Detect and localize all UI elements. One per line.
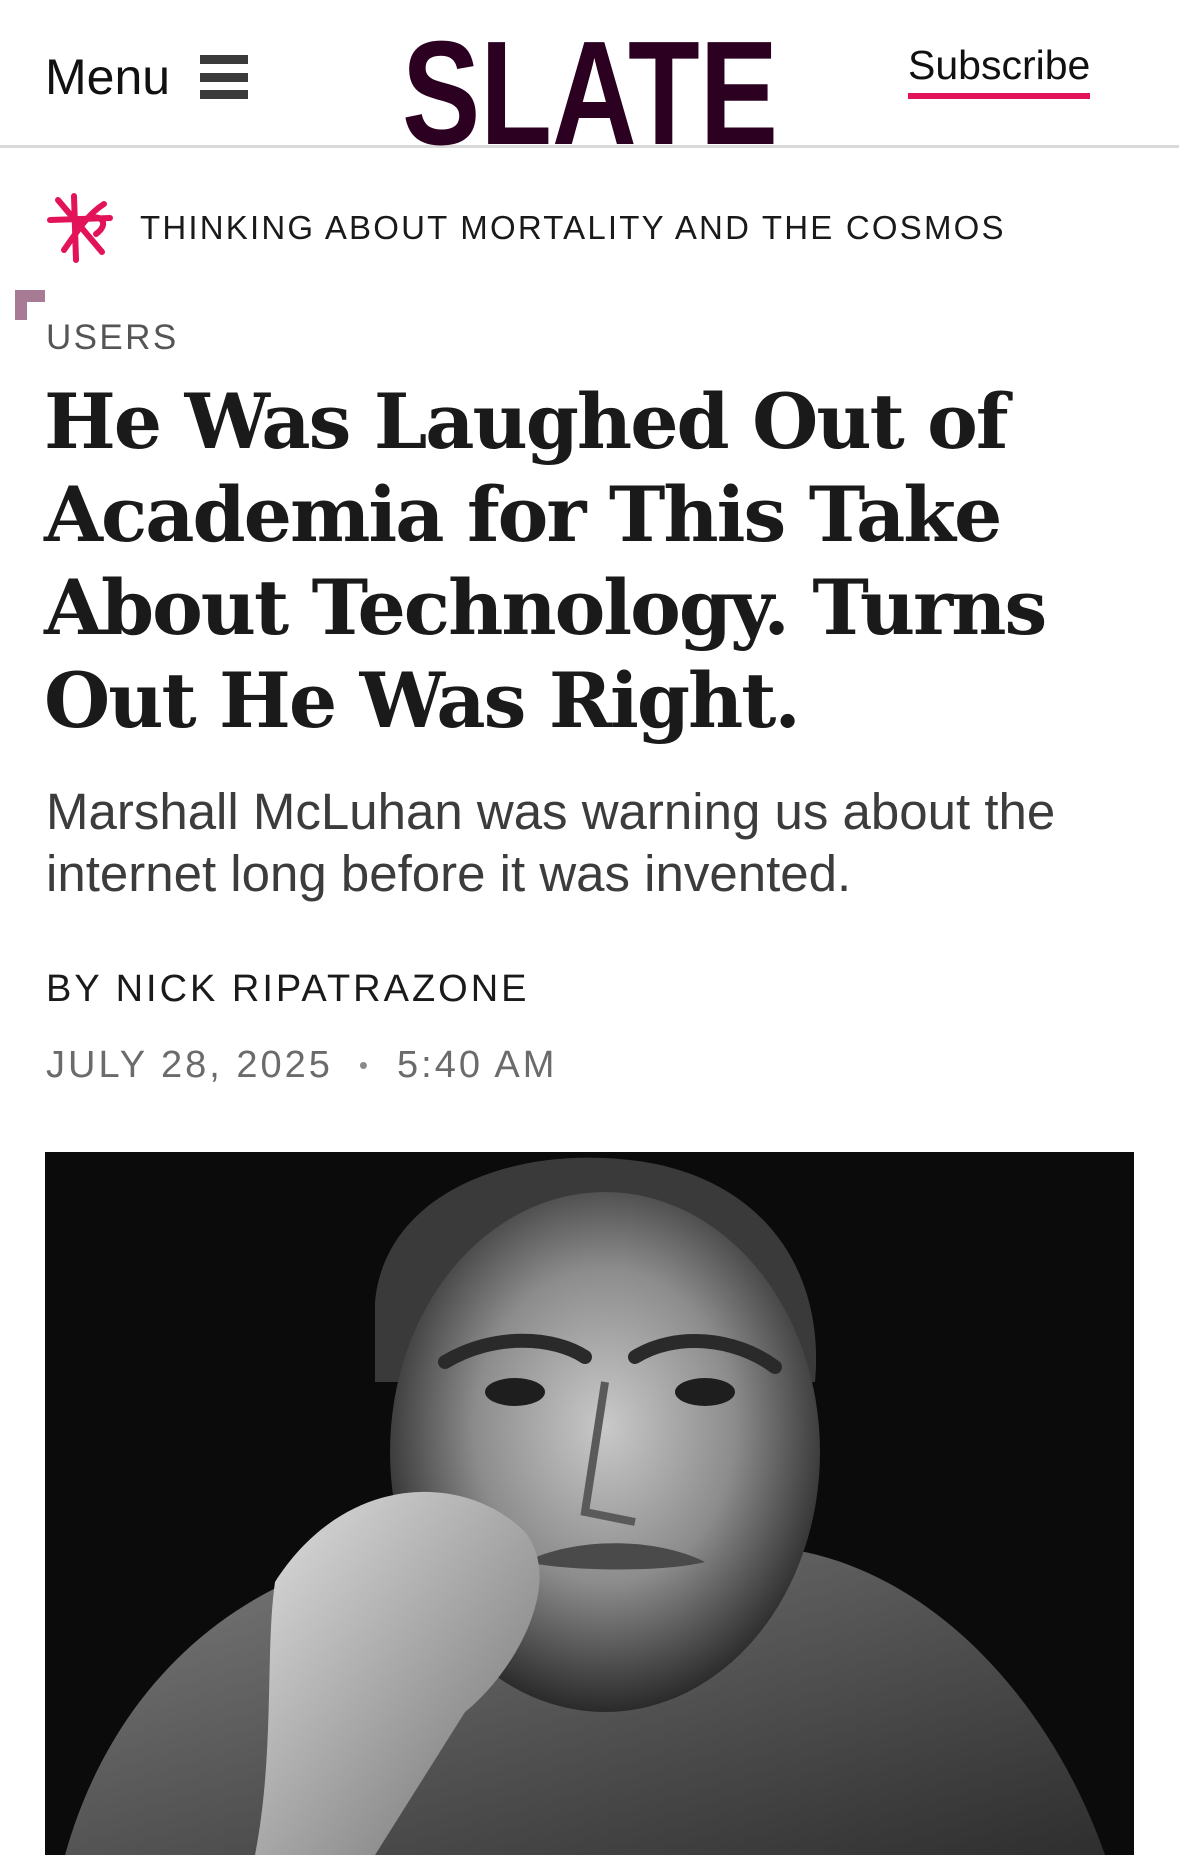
corner-marker-icon bbox=[15, 290, 45, 320]
series-banner[interactable]: THINKING ABOUT MORTALITY AND THE COSMOS bbox=[44, 190, 1006, 266]
publish-time: 5:40 AM bbox=[397, 1044, 558, 1086]
subscribe-link[interactable]: Subscribe bbox=[908, 42, 1091, 99]
article-dek: Marshall McLuhan was warning us about th… bbox=[46, 783, 1056, 902]
date-separator: • bbox=[358, 1050, 371, 1080]
menu-label: Menu bbox=[45, 49, 171, 105]
article-headline: He Was Laughed Out of Academia for This … bbox=[44, 377, 1047, 745]
article-dateline: JULY 28, 2025 • 5:40 AM bbox=[46, 1044, 557, 1087]
series-label: THINKING ABOUT MORTALITY AND THE COSMOS bbox=[140, 209, 1006, 246]
hamburger-icon bbox=[200, 55, 249, 99]
hero-portrait bbox=[45, 1152, 1134, 1855]
article-byline[interactable]: BY NICK RIPATRAZONE bbox=[46, 968, 530, 1011]
hero-image bbox=[45, 1152, 1134, 1855]
site-header: Menu SLATE Subscribe bbox=[0, 0, 1179, 148]
series-star-icon bbox=[47, 193, 113, 263]
menu-button[interactable]: Menu bbox=[45, 48, 249, 106]
publish-date: JULY 28, 2025 bbox=[46, 1044, 333, 1086]
section-label[interactable]: USERS bbox=[46, 318, 179, 358]
slate-logo-text: SLATE bbox=[402, 30, 778, 148]
slate-logo[interactable]: SLATE bbox=[402, 30, 778, 148]
